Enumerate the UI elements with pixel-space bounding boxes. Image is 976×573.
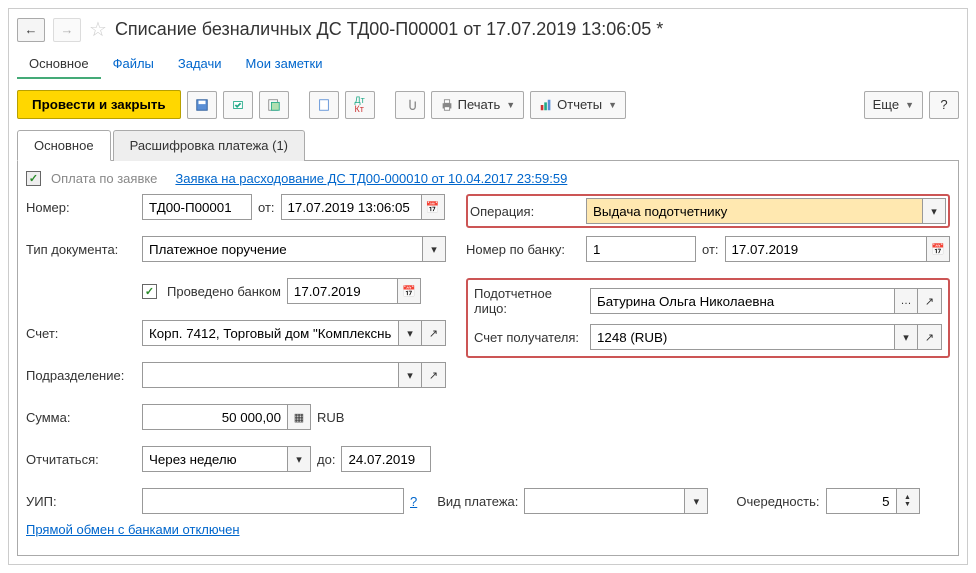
attach-button[interactable] [395,91,425,119]
report-by-label: Отчитаться: [26,452,136,467]
chevron-down-icon: ▼ [608,100,617,110]
spinner-buttons[interactable]: ▲▼ [896,488,920,514]
uip-input[interactable] [142,488,404,514]
favorite-star-icon[interactable]: ☆ [89,17,107,42]
sum-label: Сумма: [26,410,136,425]
department-label: Подразделение: [26,368,136,383]
reports-button[interactable]: Отчеты ▼ [530,91,626,119]
bank-number-from-label: от: [702,242,719,257]
doc-type-label: Тип документа: [26,242,136,257]
chevron-down-icon[interactable]: ▾ [398,320,422,346]
print-label: Печать [458,97,501,112]
recipient-account-input[interactable] [590,324,894,350]
by-request-checkbox [26,171,41,186]
save-button[interactable] [187,91,217,119]
nav-back-button[interactable]: ← [17,18,45,42]
bank-processed-checkbox[interactable] [142,284,157,299]
chevron-down-icon[interactable]: ▾ [894,324,918,350]
nav-tab-main[interactable]: Основное [17,50,101,79]
accountable-label: Подотчетное лицо: [474,286,584,316]
nav-tab-files[interactable]: Файлы [101,50,166,79]
by-request-label: Оплата по заявке [51,171,157,186]
sum-input[interactable] [142,404,287,430]
chevron-down-icon[interactable]: ▾ [398,362,422,388]
create-based-button[interactable] [259,91,289,119]
open-icon[interactable]: ↗ [918,324,942,350]
report-until-label: до: [317,452,335,467]
chevron-down-icon: ▼ [905,100,914,110]
uip-label: УИП: [26,494,136,509]
reports-label: Отчеты [557,97,602,112]
tab-main[interactable]: Основное [17,130,111,161]
help-button[interactable]: ? [929,91,959,119]
more-label: Еще [873,97,899,112]
chevron-down-icon[interactable]: ▾ [922,198,946,224]
nav-forward-button[interactable]: → [53,18,81,42]
post-and-close-button[interactable]: Провести и закрыть [17,90,181,119]
open-icon[interactable]: ↗ [422,320,446,346]
calculator-icon[interactable]: ▦ [287,404,311,430]
doc-type-input[interactable] [142,236,422,262]
number-from-label: от: [258,200,275,215]
chevron-down-icon[interactable]: ▾ [684,488,708,514]
nav-tab-notes[interactable]: Мои заметки [234,50,335,79]
nav-tab-tasks[interactable]: Задачи [166,50,234,79]
operation-label: Операция: [470,204,580,219]
currency-label: RUB [317,410,344,425]
window-title: Списание безналичных ДС ТД00-П00001 от 1… [115,19,663,40]
uip-help[interactable]: ? [410,494,417,509]
number-label: Номер: [26,200,136,215]
document-icon-button[interactable] [309,91,339,119]
bank-number-date[interactable] [725,236,926,262]
bank-number-input[interactable] [586,236,696,262]
open-icon[interactable]: ↗ [422,362,446,388]
debit-credit-button[interactable]: ДтКт [345,91,375,119]
report-by-input[interactable] [142,446,287,472]
chart-icon [539,98,553,112]
tab-breakdown[interactable]: Расшифровка платежа (1) [113,130,305,161]
report-until-date[interactable] [341,446,431,472]
printer-icon [440,98,454,112]
print-button[interactable]: Печать ▼ [431,91,525,119]
request-link[interactable]: Заявка на расходование ДС ТД00-000010 от… [175,171,567,186]
number-input[interactable] [142,194,252,220]
calendar-icon[interactable]: 📅 [926,236,950,262]
operation-select[interactable] [586,198,922,224]
priority-label: Очередность: [736,494,819,509]
account-label: Счет: [26,326,136,341]
department-input[interactable] [142,362,398,388]
calendar-icon[interactable]: 📅 [397,278,421,304]
post-button[interactable] [223,91,253,119]
payment-type-input[interactable] [524,488,684,514]
bank-processed-date[interactable] [287,278,397,304]
more-button[interactable]: Еще ▼ [864,91,923,119]
chevron-down-icon[interactable]: ▾ [422,236,446,262]
number-date-input[interactable] [281,194,421,220]
bank-exchange-link[interactable]: Прямой обмен с банками отключен [26,522,240,537]
account-input[interactable] [142,320,398,346]
accountable-input[interactable] [590,288,894,314]
bank-number-label: Номер по банку: [466,242,580,257]
chevron-down-icon[interactable]: ▾ [287,446,311,472]
ellipsis-icon[interactable]: … [894,288,918,314]
recipient-account-label: Счет получателя: [474,330,584,345]
open-icon[interactable]: ↗ [918,288,942,314]
chevron-down-icon: ▼ [506,100,515,110]
calendar-icon[interactable]: 📅 [421,194,445,220]
payment-type-label: Вид платежа: [437,494,518,509]
bank-processed-label: Проведено банком [167,284,281,299]
priority-input[interactable] [826,488,896,514]
